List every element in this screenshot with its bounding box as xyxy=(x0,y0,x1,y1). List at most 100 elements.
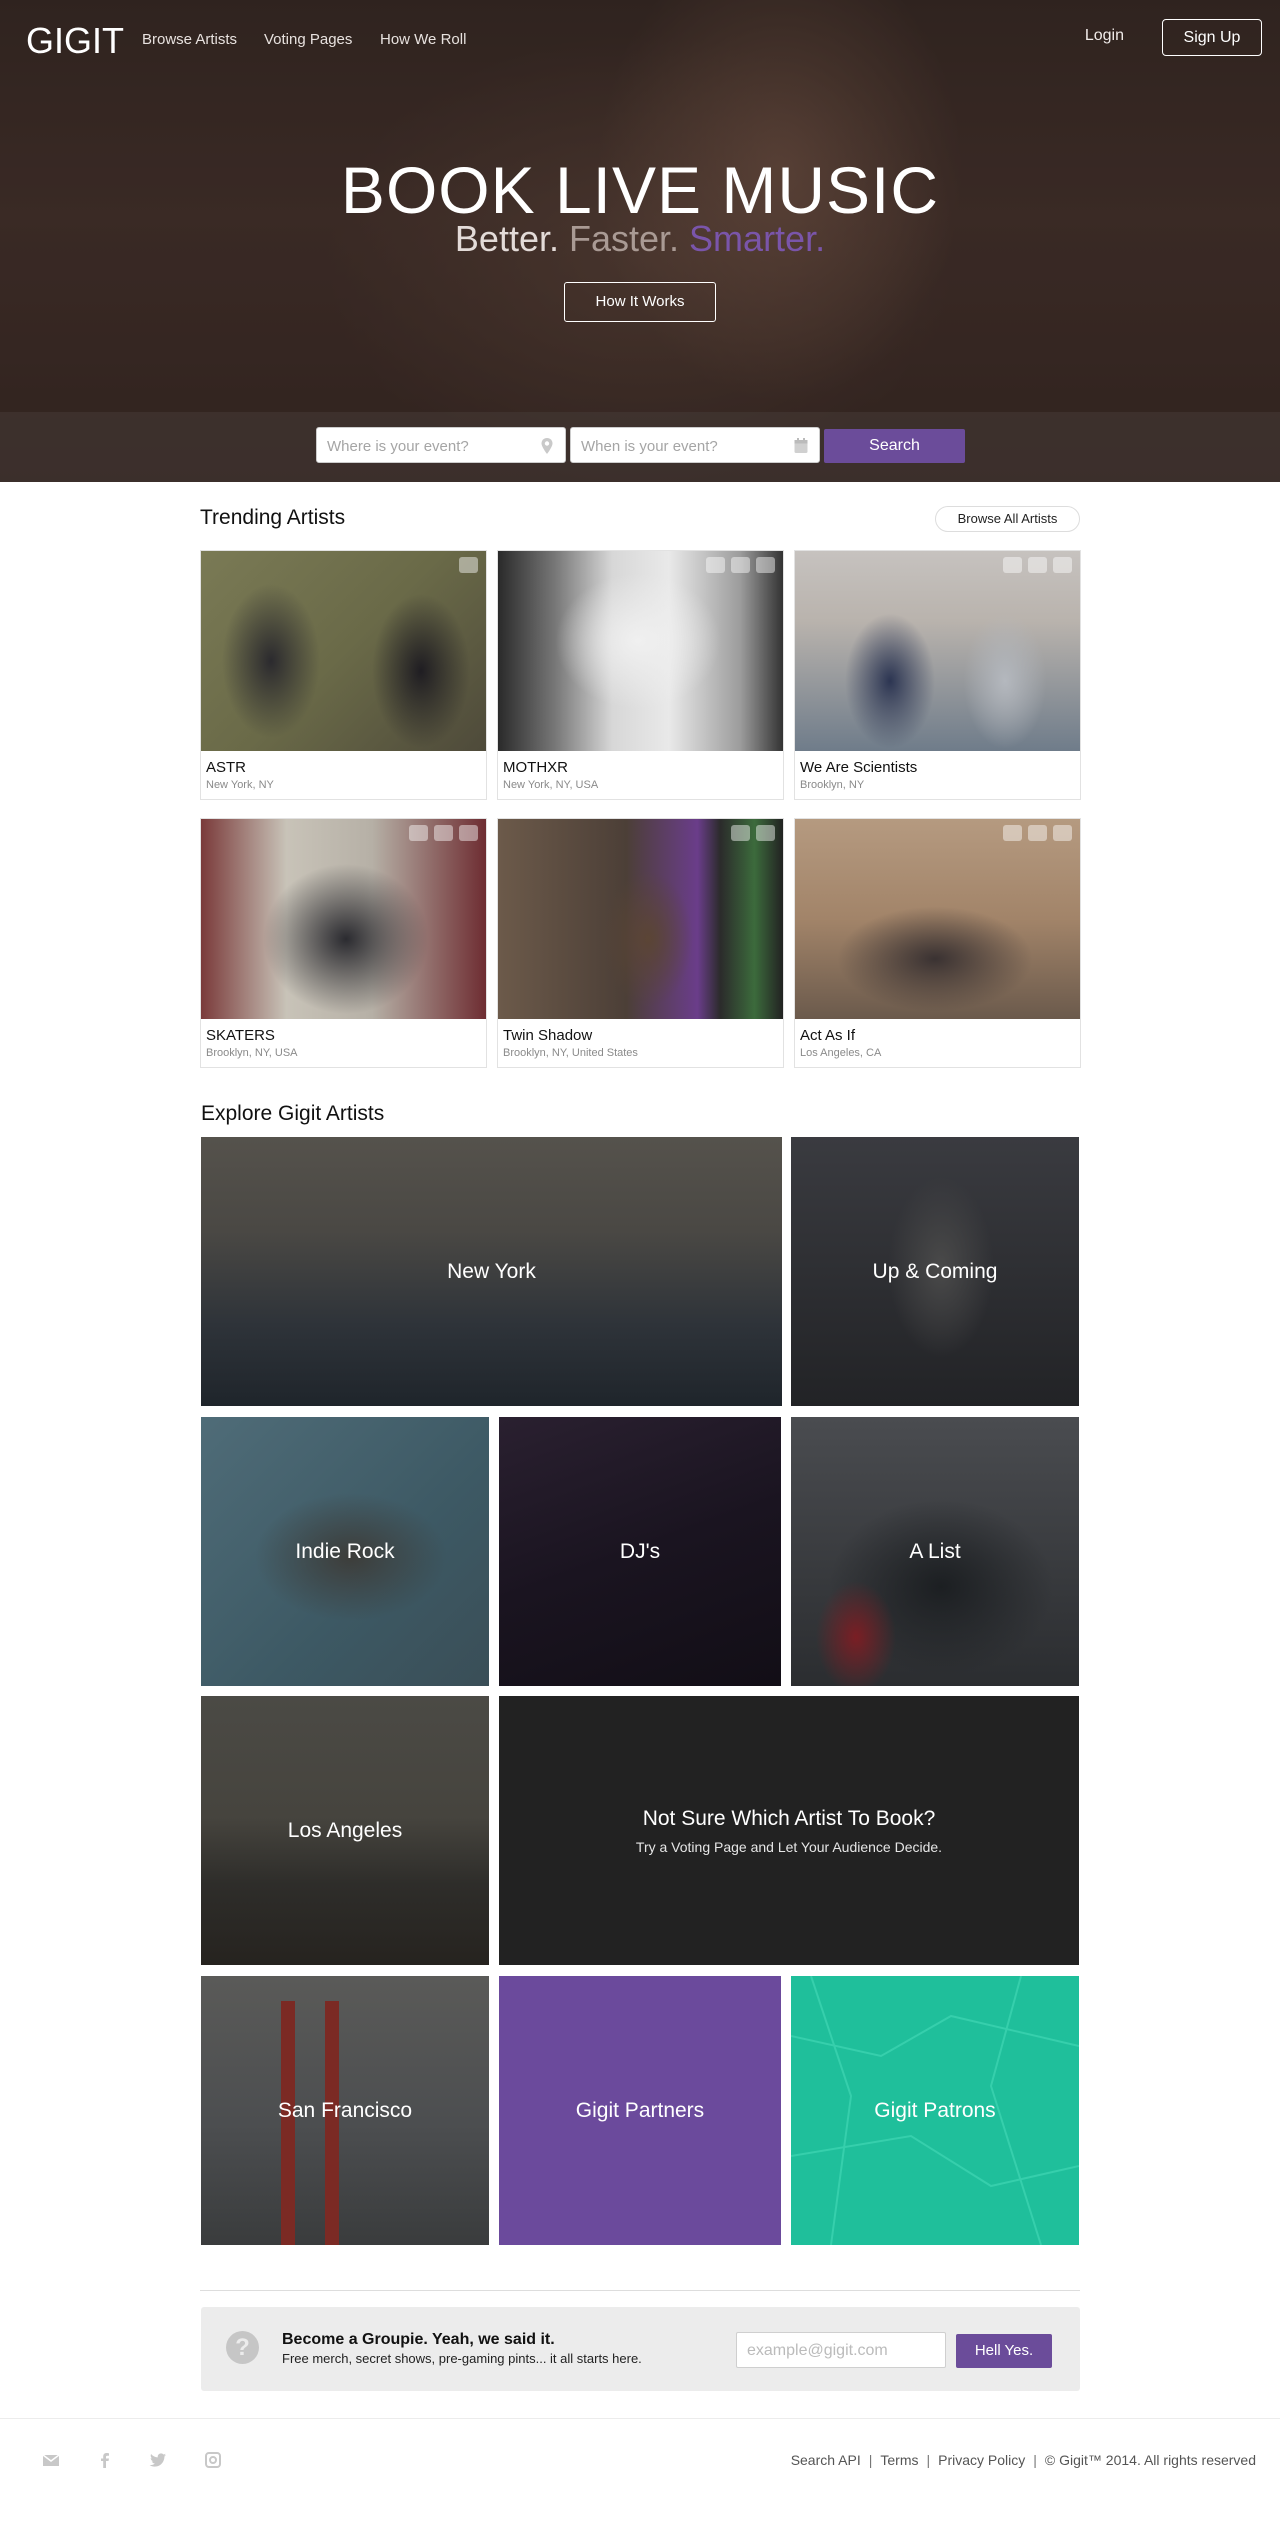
groupie-email-input[interactable]: example@gigit.com xyxy=(736,2332,946,2368)
tile-djs[interactable]: DJ's xyxy=(499,1417,781,1686)
footer-links: Search API | Terms | Privacy Policy | © Gigit™… xyxy=(790,2452,1256,2468)
top-nav: GIGIT Browse Artists Voting Pages How We… xyxy=(0,0,1280,78)
nav-browse-artists[interactable]: Browse Artists xyxy=(142,31,237,48)
artist-location: New York, NY xyxy=(206,779,274,791)
tile-up-and-coming[interactable]: Up & Coming xyxy=(791,1137,1079,1406)
facebook-icon[interactable] xyxy=(96,2452,114,2468)
tile-label: DJ's xyxy=(619,1539,661,1563)
artist-name: ASTR xyxy=(206,759,247,776)
artist-location: New York, NY, USA xyxy=(503,779,599,791)
video-icon xyxy=(1053,557,1072,573)
artist-photo xyxy=(795,819,1080,1019)
artist-card-skaters[interactable]: SKATERS Brooklyn, NY, USA xyxy=(200,818,487,1068)
email-placeholder: example@gigit.com xyxy=(747,2342,888,2359)
artist-location: Brooklyn, NY xyxy=(800,779,865,791)
nav-voting-pages[interactable]: Voting Pages xyxy=(264,31,352,48)
tile-los-angeles[interactable]: Los Angeles xyxy=(201,1696,489,1965)
tile-gigit-partners[interactable]: Gigit Partners xyxy=(499,1976,781,2245)
tile-san-francisco[interactable]: San Francisco xyxy=(201,1976,489,2245)
artist-name: Act As If xyxy=(800,1027,856,1044)
groupie-subtitle: Free merch, secret shows, pre-gaming pin… xyxy=(282,2351,642,2366)
when-input[interactable]: When is your event? xyxy=(570,427,820,463)
groupie-submit-button[interactable]: Hell Yes. xyxy=(956,2334,1052,2368)
tagline-better: Better. xyxy=(454,218,559,259)
calendar-icon xyxy=(794,438,808,453)
hero-banner: GIGIT Browse Artists Voting Pages How We… xyxy=(0,0,1280,482)
hero-headline: BOOK LIVE MUSIC xyxy=(340,153,940,227)
tile-new-york[interactable]: New York xyxy=(201,1137,782,1406)
explore-title: Explore Gigit Artists xyxy=(201,1102,385,1125)
music-icon xyxy=(1003,557,1022,573)
logo[interactable]: GIGIT xyxy=(26,20,124,62)
artist-name: Twin Shadow xyxy=(503,1027,593,1044)
map-pin-icon xyxy=(541,438,553,454)
section-divider xyxy=(200,2290,1080,2291)
login-link[interactable]: Login xyxy=(1085,27,1124,45)
camera-icon xyxy=(1028,825,1047,841)
voting-subtitle: Try a Voting Page and Let Your Audience … xyxy=(635,1838,943,1855)
artist-card-we-are-scientists[interactable]: We Are Scientists Brooklyn, NY xyxy=(794,550,1081,800)
video-icon xyxy=(756,557,775,573)
music-icon xyxy=(1003,825,1022,841)
artist-location: Los Angeles, CA xyxy=(800,1047,882,1059)
groupie-title: Become a Groupie. Yeah, we said it. xyxy=(282,2331,555,2348)
voting-title: Not Sure Which Artist To Book? xyxy=(642,1806,936,1830)
how-it-works-button[interactable]: How It Works xyxy=(564,282,716,322)
artist-name: SKATERS xyxy=(206,1027,275,1044)
voting-tile-text: Not Sure Which Artist To Book? Try a Vot… xyxy=(499,1807,1079,1855)
search-button[interactable]: Search xyxy=(824,429,965,463)
artist-location: Brooklyn, NY, USA xyxy=(206,1047,298,1059)
artist-photo xyxy=(201,551,486,751)
twitter-icon[interactable] xyxy=(149,2452,167,2468)
artist-photo xyxy=(498,551,783,751)
camera-icon xyxy=(459,557,478,573)
trending-title: Trending Artists xyxy=(200,506,346,529)
footer-privacy-link[interactable]: Privacy Policy xyxy=(938,2452,1025,2468)
artist-card-twin-shadow[interactable]: Twin Shadow Brooklyn, NY, United States xyxy=(497,818,784,1068)
artist-name: We Are Scientists xyxy=(800,759,918,776)
tile-gigit-patrons[interactable]: Gigit Patrons xyxy=(791,1976,1079,2245)
tile-label: A List xyxy=(909,1539,961,1563)
where-input[interactable]: Where is your event? xyxy=(316,427,566,463)
camera-icon xyxy=(731,557,750,573)
video-icon xyxy=(459,825,478,841)
tile-label: Indie Rock xyxy=(295,1539,395,1563)
tile-label: Los Angeles xyxy=(287,1818,403,1842)
bridge-tower xyxy=(325,2001,339,2245)
artist-card-mothxr[interactable]: MOTHXR New York, NY, USA xyxy=(497,550,784,800)
footer-search-api-link[interactable]: Search API xyxy=(791,2452,861,2468)
tile-label: New York xyxy=(447,1259,536,1283)
music-icon xyxy=(409,825,428,841)
artist-card-astr[interactable]: ASTR New York, NY xyxy=(200,550,487,800)
tile-label: San Francisco xyxy=(277,2098,413,2122)
video-icon xyxy=(756,825,775,841)
tile-a-list[interactable]: A List xyxy=(791,1417,1079,1686)
camera-icon xyxy=(434,825,453,841)
tile-label: Gigit Partners xyxy=(575,2098,705,2122)
question-icon: ? xyxy=(226,2331,259,2364)
tagline-faster: Faster. xyxy=(568,218,680,259)
tile-voting-page[interactable]: Not Sure Which Artist To Book? Try a Vot… xyxy=(499,1696,1079,1965)
music-icon xyxy=(706,557,725,573)
when-placeholder: When is your event? xyxy=(581,438,718,455)
tile-indie-rock[interactable]: Indie Rock xyxy=(201,1417,489,1686)
nav-how-we-roll[interactable]: How We Roll xyxy=(380,31,466,48)
where-placeholder: Where is your event? xyxy=(327,438,469,455)
browse-all-artists-button[interactable]: Browse All Artists xyxy=(935,506,1080,532)
artist-card-act-as-if[interactable]: Act As If Los Angeles, CA xyxy=(794,818,1081,1068)
artist-name: MOTHXR xyxy=(503,759,568,776)
groupie-signup: ? Become a Groupie. Yeah, we said it. Fr… xyxy=(201,2307,1080,2391)
search-bar: Where is your event? When is your event?… xyxy=(0,412,1280,482)
artist-photo xyxy=(201,819,486,1019)
footer-divider xyxy=(0,2418,1280,2419)
tile-label: Gigit Patrons xyxy=(874,2098,996,2122)
tagline-smarter: Smarter. xyxy=(689,218,826,259)
camera-icon xyxy=(1028,557,1047,573)
footer-terms-link[interactable]: Terms xyxy=(880,2452,918,2468)
email-icon[interactable] xyxy=(42,2452,60,2468)
instagram-icon[interactable] xyxy=(204,2452,222,2468)
tile-label: Up & Coming xyxy=(872,1259,998,1283)
artist-photo xyxy=(498,819,783,1019)
signup-button[interactable]: Sign Up xyxy=(1162,19,1262,56)
copyright: © Gigit™ 2014. All rights reserved xyxy=(1044,2452,1256,2468)
